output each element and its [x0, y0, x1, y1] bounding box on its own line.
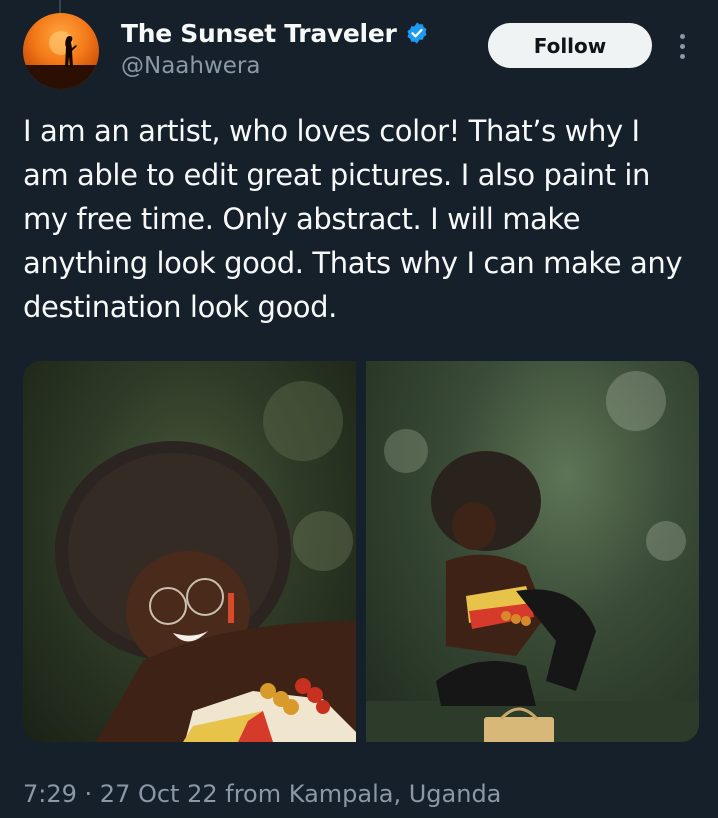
more-options-icon[interactable] [672, 28, 692, 64]
tweet-text: I am an artist, who loves color! That’s … [23, 114, 683, 324]
verified-badge-icon [405, 21, 429, 45]
thread-connector-line [59, 0, 61, 14]
tweet-timestamp-location[interactable]: 7:29 · 27 Oct 22 from Kampala, Uganda [23, 780, 501, 808]
sunset-silhouette-icon [23, 31, 99, 89]
tweet-time: 7:29 [23, 780, 77, 808]
author-handle[interactable]: @Naahwera [121, 53, 260, 79]
tweet-media-grid [23, 361, 699, 742]
tweet-date: 27 Oct 22 [99, 780, 218, 808]
avatar[interactable] [23, 13, 99, 89]
author-name-row: The Sunset Traveler [121, 16, 429, 50]
tweet-location: from Kampala, Uganda [217, 780, 502, 808]
photo-woman-crouching[interactable] [366, 361, 699, 742]
photo-woman-laughing[interactable] [23, 361, 356, 742]
follow-button[interactable]: Follow [488, 23, 652, 68]
author-display-name[interactable]: The Sunset Traveler [121, 19, 397, 48]
meta-separator: · [76, 780, 100, 808]
